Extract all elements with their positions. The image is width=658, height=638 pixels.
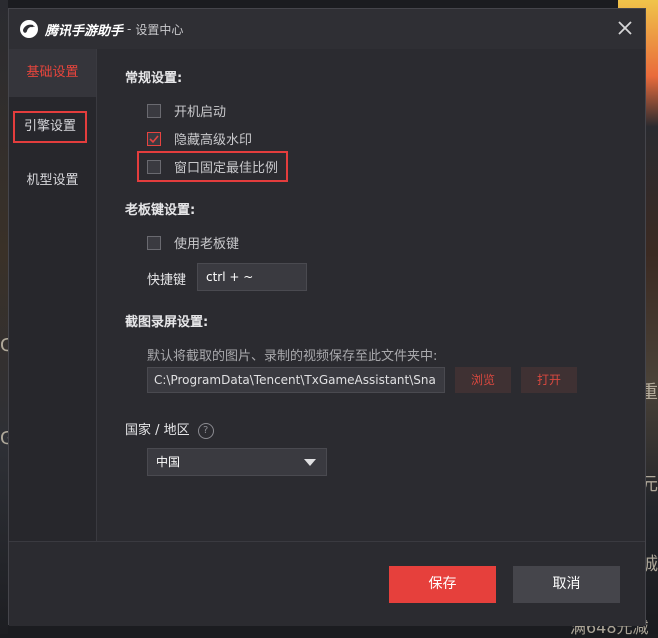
fixed-ratio-label: 窗口固定最佳比例 [174, 161, 279, 176]
sidebar-item-basic[interactable]: 基础设置 [9, 49, 96, 97]
boss-key-label: 使用老板键 [174, 237, 240, 252]
boss-key-heading: 老板键设置: [125, 203, 196, 218]
region-select[interactable]: 中国 [147, 448, 327, 476]
app-name: 腾讯手游助手 [45, 23, 124, 39]
autostart-label: 开机启动 [174, 105, 227, 120]
save-button[interactable]: 保存 [389, 566, 496, 603]
sidebar-item-device[interactable]: 机型设置 [9, 167, 96, 195]
window-title: 设置中心 [135, 22, 184, 37]
autostart-option[interactable]: 开机启动 [147, 101, 226, 120]
hide-watermark-checkbox[interactable] [147, 131, 161, 146]
hotkey-field[interactable]: ctrl + ~ [197, 263, 307, 291]
background-app-left [0, 0, 8, 634]
region-heading-row: 国家 / 地区? [125, 419, 214, 439]
dropdown-arrow-icon [304, 459, 316, 466]
screenshot-description: 默认将截取的图片、录制的视频保存至此文件夹中: [147, 349, 438, 364]
dialog-footer: 保存 取消 [9, 541, 645, 626]
checkmark-icon [149, 134, 159, 143]
save-path-field[interactable]: C:\ProgramData\Tencent\TxGameAssistant\S… [147, 367, 445, 393]
close-icon[interactable] [615, 18, 635, 38]
sidebar: 基础设置 引擎设置 机型设置 [9, 49, 97, 541]
hide-watermark-label: 隐藏高级水印 [174, 133, 253, 148]
hotkey-label: 快捷键 [147, 273, 187, 288]
title-separator: - [127, 22, 132, 36]
boss-key-checkbox[interactable] [147, 235, 161, 250]
autostart-checkbox[interactable] [147, 103, 161, 118]
sidebar-item-engine[interactable]: 引擎设置 [13, 111, 87, 143]
screenshot-heading: 截图录屏设置: [125, 315, 209, 330]
app-logo-icon [20, 20, 38, 38]
general-heading: 常规设置: [125, 71, 183, 86]
fixed-ratio-option[interactable]: 窗口固定最佳比例 [137, 151, 289, 182]
region-heading: 国家 / 地区 [125, 423, 190, 438]
cancel-button[interactable]: 取消 [513, 566, 620, 603]
open-button[interactable]: 打开 [521, 367, 577, 393]
hide-watermark-option[interactable]: 隐藏高级水印 [147, 129, 252, 148]
settings-dialog: 腾讯手游助手 - 设置中心 基础设置 引擎设置 机型设置 常规设置: 开机启动 … [8, 8, 646, 626]
help-icon[interactable]: ? [197, 422, 214, 439]
fixed-ratio-checkbox[interactable] [147, 159, 161, 174]
region-selected-value: 中国 [156, 455, 181, 469]
boss-key-option[interactable]: 使用老板键 [147, 233, 239, 252]
title-bar[interactable]: 腾讯手游助手 - 设置中心 [9, 9, 645, 49]
browse-button[interactable]: 浏览 [455, 367, 511, 393]
